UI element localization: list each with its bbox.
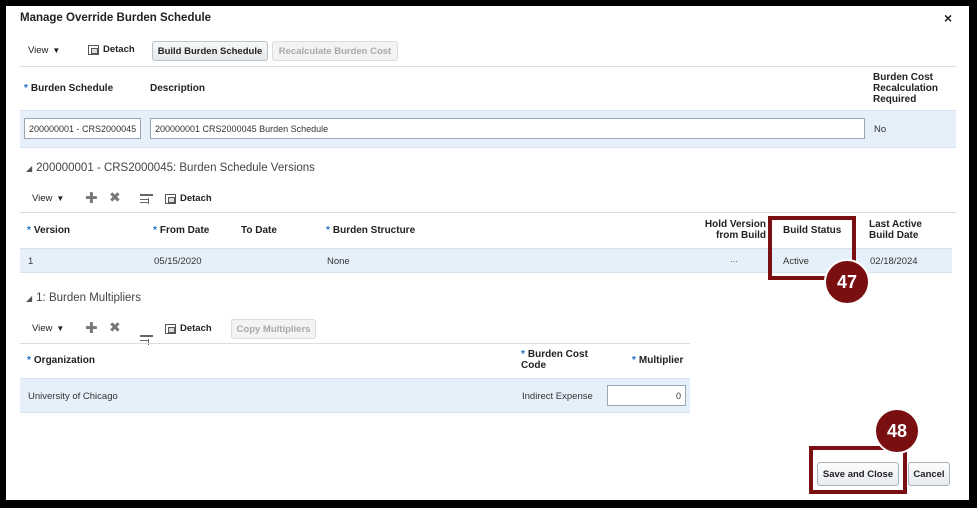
column-header-from-date: * From Date bbox=[153, 225, 210, 236]
organization-value: University of Chicago bbox=[28, 391, 118, 402]
step-48-badge: 48 bbox=[874, 408, 920, 454]
detach-label: Detach bbox=[103, 44, 135, 55]
hold-version-value[interactable]: ... bbox=[730, 254, 738, 265]
save-and-close-button[interactable]: Save and Close bbox=[817, 462, 899, 486]
divider bbox=[20, 66, 956, 67]
last-active-build-date-value: 02/18/2024 bbox=[870, 256, 918, 267]
column-header-version: * Version bbox=[27, 225, 71, 236]
caret-down-icon: ▼ bbox=[52, 46, 61, 55]
from-date-value: 05/15/2020 bbox=[154, 256, 202, 267]
step-47-badge: 47 bbox=[824, 259, 870, 305]
detach-button[interactable]: Detach bbox=[88, 44, 135, 55]
column-header-hold-version: Hold Version from Build bbox=[704, 219, 766, 241]
recalculate-burden-cost-button[interactable]: Recalculate Burden Cost bbox=[272, 41, 398, 61]
add-row-icon[interactable]: ✚ bbox=[85, 189, 98, 207]
column-header-last-active-build-date: Last Active Build Date bbox=[869, 219, 922, 241]
view-label: View bbox=[28, 45, 49, 56]
column-header-description: Description bbox=[150, 83, 206, 94]
close-icon[interactable]: × bbox=[944, 10, 952, 26]
detach-label: Detach bbox=[180, 193, 212, 204]
detach-icon bbox=[165, 193, 176, 204]
divider bbox=[20, 343, 690, 344]
column-header-burden-structure: * Burden Structure bbox=[326, 225, 416, 236]
column-header-organization: * Organization bbox=[27, 355, 96, 366]
burden-structure-value: None bbox=[327, 256, 350, 267]
column-header-burden-schedule: * Burden Schedule bbox=[24, 83, 114, 94]
manage-override-burden-schedule-dialog: Manage Override Burden Schedule × View ▼… bbox=[6, 6, 969, 500]
detach-icon bbox=[165, 323, 176, 334]
cancel-button[interactable]: Cancel bbox=[908, 462, 950, 486]
copy-multipliers-button[interactable]: Copy Multipliers bbox=[231, 319, 316, 339]
collapse-triangle-icon: ◢ bbox=[26, 163, 33, 173]
multipliers-section-header[interactable]: ◢ 1: Burden Multipliers bbox=[26, 292, 141, 304]
versions-view-menu[interactable]: View ▼ bbox=[32, 193, 64, 204]
multipliers-detach-button[interactable]: Detach bbox=[165, 323, 212, 334]
versions-section-header[interactable]: ◢ 200000001 - CRS2000045: Burden Schedul… bbox=[26, 162, 315, 174]
multipliers-section-title: 1: Burden Multipliers bbox=[36, 292, 141, 304]
collapse-triangle-icon: ◢ bbox=[26, 293, 33, 303]
description-field[interactable]: 200000001 CRS2000045 Burden Schedule bbox=[150, 118, 865, 139]
build-burden-schedule-button[interactable]: Build Burden Schedule bbox=[152, 41, 268, 61]
multipliers-view-menu[interactable]: View ▼ bbox=[32, 323, 64, 334]
burden-cost-code-value: Indirect Expense bbox=[522, 391, 593, 402]
view-label: View bbox=[32, 193, 53, 204]
add-row-icon[interactable]: ✚ bbox=[85, 319, 98, 337]
view-label: View bbox=[32, 323, 53, 334]
column-header-multiplier: * Multiplier bbox=[632, 355, 684, 366]
divider bbox=[20, 212, 956, 213]
versions-section-title: 200000001 - CRS2000045: Burden Schedule … bbox=[36, 162, 315, 174]
version-value: 1 bbox=[28, 256, 34, 267]
required-marker: * bbox=[24, 83, 28, 94]
burden-schedule-field[interactable]: 200000001 - CRS2000045 bbox=[24, 118, 141, 139]
detach-icon bbox=[88, 44, 99, 55]
versions-detach-button[interactable]: Detach bbox=[165, 193, 212, 204]
column-header-to-date: To Date bbox=[241, 225, 277, 236]
recalculation-required-value: No bbox=[874, 124, 887, 135]
delete-row-icon[interactable]: ✖ bbox=[109, 319, 121, 336]
multiplier-field[interactable]: 0 bbox=[607, 385, 686, 406]
column-header-burden-cost-code: * Burden Cost Code bbox=[521, 349, 588, 371]
column-header-recalculation-required: Burden Cost Recalculation Required bbox=[873, 72, 939, 105]
caret-down-icon: ▼ bbox=[56, 194, 65, 203]
detach-label: Detach bbox=[180, 323, 212, 334]
caret-down-icon: ▼ bbox=[56, 324, 65, 333]
freeze-icon[interactable] bbox=[140, 335, 153, 346]
freeze-icon[interactable] bbox=[140, 194, 153, 205]
dialog-title: Manage Override Burden Schedule bbox=[20, 12, 212, 24]
delete-row-icon[interactable]: ✖ bbox=[109, 189, 121, 206]
view-menu[interactable]: View ▼ bbox=[28, 45, 60, 56]
